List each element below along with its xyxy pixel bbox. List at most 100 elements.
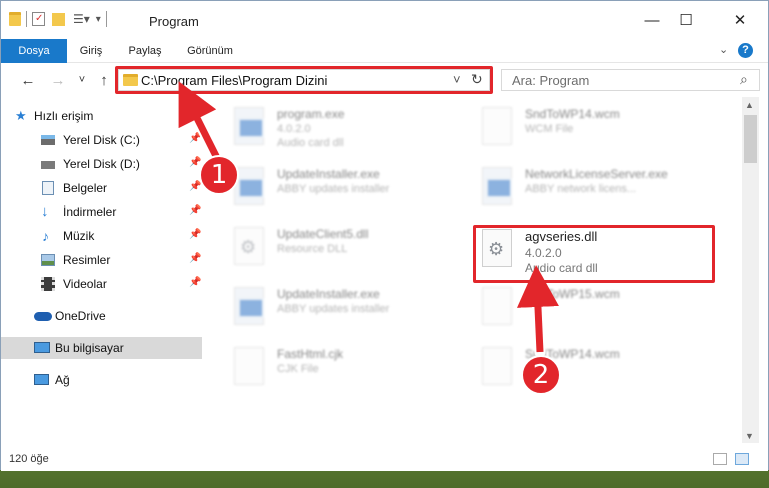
file-name: program.exe — [277, 107, 345, 121]
recent-locations-button[interactable]: ˅ — [71, 69, 93, 91]
step-1-badge: 1 — [199, 155, 239, 195]
sidebar-item-local-disk-d[interactable]: Yerel Disk (D:) 📌 — [1, 153, 202, 175]
sidebar-item-network[interactable]: Ağ — [1, 369, 202, 391]
sidebar-item-label: Hızlı erişim — [34, 109, 94, 123]
ribbon: Dosya Giriş Paylaş Görünüm ⌄ ? — [1, 39, 768, 89]
file-name: UpdateInstaller.exe — [277, 167, 380, 181]
cloud-icon — [34, 312, 52, 321]
file-highlight-box — [473, 225, 715, 283]
dropdown-icon[interactable]: ▾ — [96, 14, 101, 25]
large-icons-view-icon[interactable] — [735, 453, 749, 465]
search-box[interactable]: Ara: Program ⌕ — [501, 69, 760, 91]
file-item[interactable]: UpdateClient5.dll Resource DLL — [234, 225, 474, 275]
sidebar-item-local-disk-c[interactable]: Yerel Disk (C:) 📌 — [1, 129, 202, 151]
sidebar-item-this-pc[interactable]: Bu bilgisayar — [1, 337, 202, 359]
file-item[interactable]: program.exe 4.0.2.0 Audio card dll — [234, 105, 474, 155]
pictures-icon — [41, 254, 55, 266]
sidebar-item-pictures[interactable]: Resimler 📌 — [1, 249, 202, 271]
file-item[interactable]: SndToWP14.wcm — [482, 345, 722, 395]
drive-icon — [41, 135, 55, 145]
pin-icon[interactable]: 📌 — [189, 253, 201, 264]
sidebar-item-label: Videolar — [63, 277, 107, 291]
window-title: Program — [149, 14, 199, 29]
sidebar-item-label: Resimler — [63, 253, 111, 267]
forward-button[interactable]: → — [47, 69, 69, 91]
up-button[interactable]: ↑ — [93, 69, 115, 91]
sidebar-item-quick-access[interactable]: ★ Hızlı erişim — [1, 105, 202, 127]
file-name: UpdateInstaller.exe — [277, 287, 380, 301]
file-item[interactable]: SndToWP14.wcm WCM File — [482, 105, 722, 155]
search-icon[interactable]: ⌕ — [740, 71, 748, 88]
file-name: NetworkLicenseServer.exe — [525, 167, 668, 181]
back-button[interactable]: ← — [17, 69, 39, 91]
music-icon: ♪ — [42, 228, 49, 244]
sidebar-item-label: Bu bilgisayar — [55, 341, 124, 355]
ribbon-expand-icon[interactable]: ⌄ — [719, 43, 728, 56]
title-bar: ✓ ☰▾ ▾ Program — ☐ ✕ — [1, 1, 768, 39]
sidebar-item-label: İndirmeler — [63, 205, 117, 219]
file-description: Audio card dll — [277, 137, 344, 149]
file-name: SndToWP14.wcm — [525, 107, 620, 121]
scroll-down-icon[interactable]: ▼ — [745, 431, 754, 441]
file-item[interactable]: NetworkLicenseServer.exe ABBY network li… — [482, 165, 722, 215]
tab-share[interactable]: Paylaş — [119, 39, 171, 63]
sidebar-item-videos[interactable]: Videolar 📌 — [1, 273, 202, 295]
properties-icon[interactable]: ✓ — [32, 12, 45, 26]
blank-file-icon — [234, 347, 264, 385]
details-view-icon[interactable] — [713, 453, 727, 465]
blank-file-icon — [482, 287, 512, 325]
tab-home[interactable]: Giriş — [67, 39, 115, 63]
download-icon: ↓ — [41, 203, 49, 220]
pin-icon[interactable]: 📌 — [189, 229, 201, 240]
file-item[interactable]: FastHtml.cjk CJK File — [234, 345, 474, 395]
sidebar-item-documents[interactable]: Belgeler 📌 — [1, 177, 202, 199]
videos-icon — [41, 277, 55, 291]
pin-icon[interactable]: 📌 — [189, 277, 201, 288]
sidebar-item-label: Müzik — [63, 229, 95, 243]
sidebar-item-label: Ağ — [55, 373, 70, 387]
computer-icon — [34, 342, 50, 353]
file-type: CJK File — [277, 363, 319, 375]
star-icon: ★ — [15, 108, 27, 123]
navigation-bar: ← → ˅ ↑ C:\Program Files\Program Dizini … — [1, 63, 768, 97]
sidebar-item-label: Yerel Disk (D:) — [63, 157, 140, 171]
file-name: FastHtml.cjk — [277, 347, 343, 361]
file-item[interactable]: UpdateInstaller.exe ABBY updates install… — [234, 285, 474, 335]
customize-icon[interactable]: ☰▾ — [73, 12, 90, 26]
file-name: SndToWP15.wcm — [525, 287, 620, 301]
new-folder-icon[interactable] — [52, 12, 65, 26]
sidebar-item-label: Yerel Disk (C:) — [63, 133, 140, 147]
app-icon — [234, 107, 264, 145]
close-button[interactable]: ✕ — [717, 1, 763, 39]
file-description: ABBY network licens... — [525, 183, 637, 195]
scroll-thumb[interactable] — [744, 115, 757, 163]
sidebar-item-music[interactable]: ♪ Müzik 📌 — [1, 225, 202, 247]
blank-file-icon — [482, 107, 512, 145]
pin-icon[interactable]: 📌 — [189, 205, 201, 216]
documents-icon — [42, 181, 54, 195]
file-name: UpdateClient5.dll — [277, 227, 369, 241]
file-item[interactable]: UpdateInstaller.exe ABBY updates install… — [234, 165, 474, 215]
item-count: 120 öğe — [9, 453, 49, 465]
drive-icon — [41, 161, 55, 169]
navigation-pane: ★ Hızlı erişim Yerel Disk (C:) 📌 Yerel D… — [1, 97, 204, 443]
help-icon[interactable]: ? — [738, 43, 753, 58]
tab-view[interactable]: Görünüm — [177, 39, 243, 63]
sidebar-item-downloads[interactable]: ↓ İndirmeler 📌 — [1, 201, 202, 223]
divider — [105, 11, 107, 27]
file-type: WCM File — [525, 123, 574, 135]
scroll-up-icon[interactable]: ▲ — [745, 100, 754, 110]
pin-icon[interactable]: 📌 — [189, 133, 201, 144]
vertical-scrollbar[interactable]: ▲ ▼ — [742, 97, 759, 443]
step-2-badge: 2 — [521, 355, 561, 395]
blank-file-icon — [482, 347, 512, 385]
quick-access-toolbar: ✓ ☰▾ ▾ — [9, 11, 112, 27]
explorer-window: ✓ ☰▾ ▾ Program — ☐ ✕ Dosya Giriş Paylaş … — [0, 0, 769, 471]
divider — [26, 11, 27, 27]
folder-icon — [9, 12, 21, 26]
file-item[interactable]: SndToWP15.wcm — [482, 285, 722, 335]
maximize-button[interactable]: ☐ — [663, 1, 709, 39]
sidebar-item-label: OneDrive — [55, 309, 106, 323]
sidebar-item-onedrive[interactable]: OneDrive — [1, 305, 202, 327]
file-version: 4.0.2.0 — [277, 123, 311, 135]
